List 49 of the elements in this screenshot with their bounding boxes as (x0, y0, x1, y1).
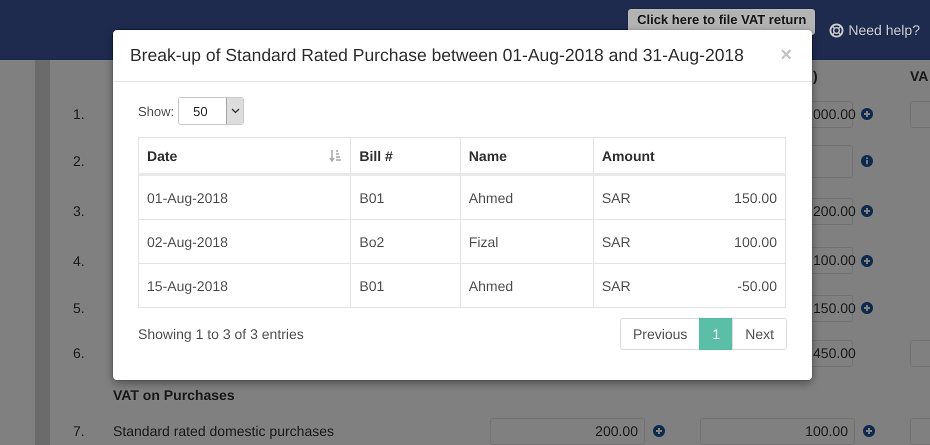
plus-icon[interactable] (861, 254, 873, 266)
currency-text: SAR (602, 234, 631, 250)
row-number: 5. (73, 300, 86, 316)
column-header[interactable]: Amount (593, 138, 786, 174)
table-cell: Bo2 (350, 220, 460, 264)
plus-icon[interactable] (861, 108, 873, 120)
plus-icon[interactable] (861, 205, 873, 217)
table-cell: Fizal (460, 220, 594, 264)
column-header: ) (813, 68, 819, 84)
entries-info: Showing 1 to 3 of 3 entries (138, 326, 304, 342)
sort-icon[interactable] (329, 148, 342, 162)
table-cell: 15-Aug-2018 (138, 264, 351, 308)
chevron-icon[interactable] (230, 108, 240, 114)
currency-text: SAR (602, 278, 631, 294)
row-number: 4. (73, 252, 86, 268)
column-header[interactable]: Name (460, 138, 594, 174)
column-header[interactable]: Date (138, 138, 351, 174)
page-size-select[interactable]: 50 (178, 97, 244, 125)
table-cell: 02-Aug-2018 (138, 220, 351, 264)
row-number: 1. (73, 106, 86, 122)
table-cell: 01-Aug-2018 (138, 174, 351, 220)
plus-icon[interactable] (861, 302, 873, 314)
amount-text: -50.00 (737, 278, 777, 294)
help-link[interactable]: Need help? (829, 15, 920, 45)
amount-text: 150.00 (734, 190, 777, 206)
table-cell: B01 (350, 264, 460, 308)
row-label: Standard rated domestic purchases (113, 423, 336, 439)
plus-icon[interactable] (653, 425, 665, 437)
row-number: 7. (73, 423, 86, 439)
row-number: 2. (73, 153, 86, 169)
table-cell: Ahmed (460, 174, 594, 220)
currency-text: SAR (602, 190, 631, 206)
plus-icon[interactable] (863, 425, 875, 437)
column-header: VA (910, 68, 930, 84)
vat-field[interactable]: 100.00 (700, 418, 855, 444)
pagination-button[interactable]: Next (732, 318, 787, 350)
info-icon (861, 155, 873, 167)
section-title: VAT on Purchases (113, 386, 236, 402)
lifebuoy-icon[interactable] (829, 22, 844, 38)
row-number: 6. (73, 345, 86, 361)
modal-title: Break-up of Standard Rated Purchase between 01-Aug-2018 and 31-Aug-2018 (130, 45, 744, 66)
row-number: 3. (73, 203, 86, 219)
amount-field[interactable]: 200.00 (490, 418, 645, 444)
column-header[interactable]: Bill # (350, 138, 460, 174)
table-cell: B01 (350, 174, 460, 220)
table-cell: Ahmed (460, 264, 594, 308)
amount-text: 100.00 (734, 234, 777, 250)
pagination-button[interactable]: Previous (620, 318, 700, 350)
show-label: Show: (138, 104, 174, 118)
